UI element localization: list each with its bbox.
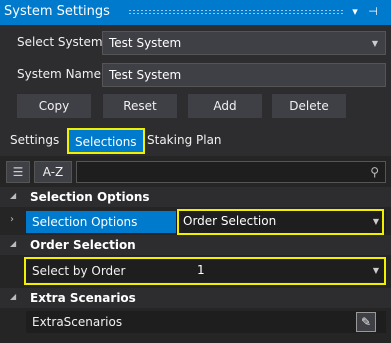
category-extra-scenarios[interactable]: ◢ Extra Scenarios <box>0 288 391 308</box>
category-label: Order Selection <box>30 238 136 252</box>
add-button[interactable]: Add <box>188 94 262 118</box>
tab-selections[interactable]: Selections <box>67 128 145 154</box>
reset-button[interactable]: Reset <box>103 94 177 118</box>
system-name-label: System Name: <box>17 67 106 81</box>
property-row-extra-scenarios[interactable]: ExtraScenarios <box>26 311 386 333</box>
title-bar: System Settings ▾ ⊣ <box>0 0 391 25</box>
category-selection-options[interactable]: ◢ Selection Options <box>0 187 391 207</box>
property-name: ExtraScenarios <box>32 315 123 329</box>
property-name: Selection Options <box>26 211 176 233</box>
select-system-dropdown[interactable]: Test System ▼ <box>102 31 386 55</box>
alphabetical-sort-button[interactable]: A-Z <box>34 161 72 183</box>
window-title: System Settings <box>4 4 110 19</box>
search-icon: ⚲ <box>370 165 379 179</box>
pin-icon[interactable]: ⊣ <box>366 4 380 20</box>
category-label: Extra Scenarios <box>30 291 136 305</box>
categorized-view-icon[interactable]: ☰ <box>6 161 30 183</box>
highlight-box <box>24 257 386 285</box>
edit-icon[interactable]: ✎ <box>356 312 376 332</box>
collapse-icon: ◢ <box>10 239 17 248</box>
copy-button[interactable]: Copy <box>17 94 91 118</box>
chevron-down-icon: ▼ <box>371 39 378 48</box>
collapse-icon: ◢ <box>10 191 17 200</box>
tab-staking-plan[interactable]: Staking Plan <box>141 128 228 154</box>
row-expand-icon[interactable]: › <box>10 214 14 225</box>
highlight-box <box>177 209 384 235</box>
system-name-input[interactable]: Test System <box>102 63 386 87</box>
select-system-label: Select System: <box>17 35 107 49</box>
search-input[interactable]: ⚲ <box>76 161 386 183</box>
dropdown-arrow-icon[interactable]: ▾ <box>348 4 362 20</box>
tab-settings[interactable]: Settings <box>4 128 65 154</box>
select-system-value: Test System <box>109 36 182 50</box>
system-name-value: Test System <box>109 68 182 82</box>
category-order-selection[interactable]: ◢ Order Selection <box>0 235 391 255</box>
collapse-icon: ◢ <box>10 292 17 301</box>
delete-button[interactable]: Delete <box>272 94 346 118</box>
property-value <box>177 311 386 333</box>
drag-grip[interactable] <box>128 9 344 15</box>
category-label: Selection Options <box>30 190 150 204</box>
